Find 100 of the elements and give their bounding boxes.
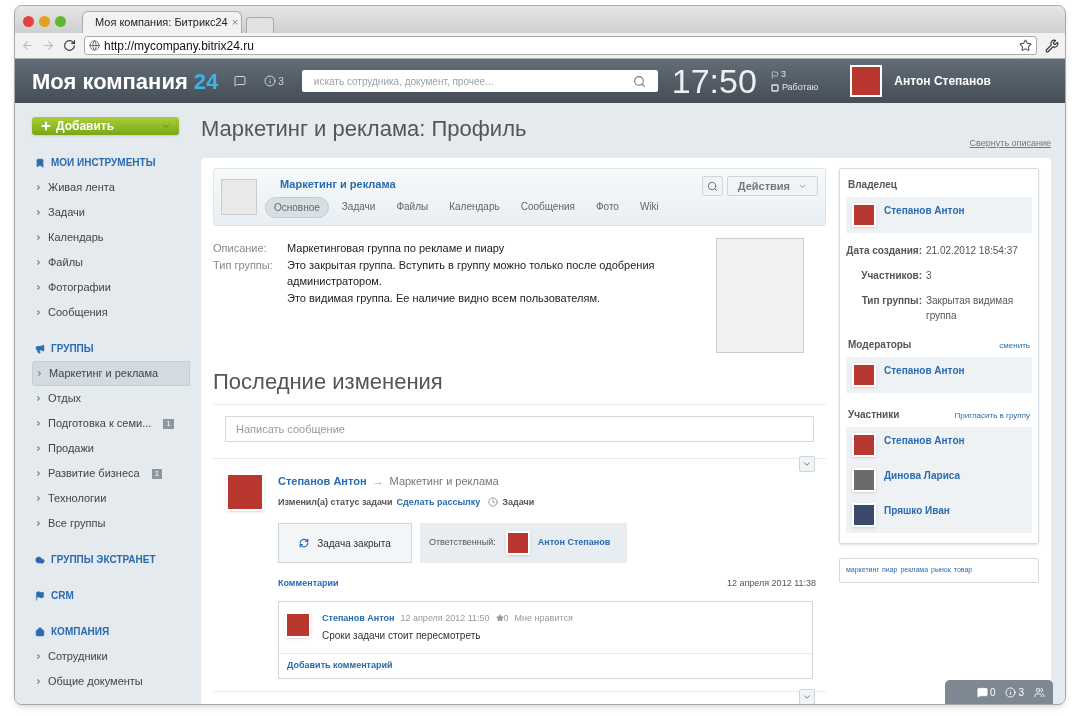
- sidebar-item[interactable]: Все группы: [32, 511, 184, 536]
- status-button[interactable]: Работаю: [770, 81, 819, 94]
- person-name[interactable]: Динова Лариса: [884, 468, 961, 492]
- group-tab[interactable]: Основное: [265, 196, 329, 218]
- fact-label: Участников:: [860, 269, 922, 283]
- message-input-field[interactable]: Написать сообщение: [225, 416, 814, 442]
- notifications-counter[interactable]: 3: [1005, 684, 1024, 700]
- person-name[interactable]: Пряшко Иван: [884, 503, 950, 527]
- post-time: 12 апреля 2012 11:38: [726, 577, 816, 590]
- address-field[interactable]: http://mycompany.bitrix24.ru: [84, 36, 1037, 55]
- task-link[interactable]: Сделать рассылку: [396, 495, 481, 509]
- add-comment-link[interactable]: Добавить комментарий: [279, 654, 812, 678]
- search-icon[interactable]: [632, 74, 646, 88]
- group-tab[interactable]: Wiki: [631, 196, 667, 218]
- sidebar-item[interactable]: Задачи: [32, 200, 184, 225]
- tab-title: Моя компания: Битрикс24: [95, 15, 228, 31]
- person-name[interactable]: Степанов Антон: [884, 363, 965, 387]
- bullet-icon: [35, 259, 42, 266]
- user-avatar-photo[interactable]: [850, 65, 883, 97]
- caret-icon: [161, 121, 171, 131]
- refresh-icon: [299, 538, 310, 548]
- like-count[interactable]: 0: [495, 611, 509, 625]
- sidebar-item[interactable]: Маркетинг и реклама: [32, 361, 190, 386]
- reload-icon[interactable]: [63, 39, 76, 52]
- new-tab-button[interactable]: [246, 17, 274, 33]
- section-icon: [35, 590, 45, 601]
- close-window-icon[interactable]: [23, 16, 34, 27]
- back-icon[interactable]: [21, 39, 34, 52]
- sidebar-item[interactable]: Технологии: [32, 486, 184, 511]
- sidebar-item[interactable]: Файлы: [32, 250, 184, 275]
- clock-icon: [488, 497, 499, 508]
- group-tab[interactable]: Фото: [587, 196, 627, 218]
- post-author[interactable]: Степанов Антон: [278, 473, 367, 490]
- expand-button[interactable]: [799, 688, 815, 704]
- minimize-window-icon[interactable]: [39, 16, 50, 27]
- bullet-icon: [35, 520, 42, 527]
- sidebar-section-header[interactable]: ГРУППЫ ЭКСТРАНЕТ: [32, 547, 189, 572]
- sidebar-item[interactable]: Живая лента: [32, 175, 184, 200]
- panel-action-link[interactable]: Пригласить в группу: [954, 410, 1030, 422]
- sidebar-item[interactable]: Продажи: [32, 436, 184, 461]
- search-icon: [706, 180, 718, 192]
- star-icon: [495, 614, 504, 623]
- chat-icon[interactable]: [234, 75, 247, 87]
- sidebar-section-header[interactable]: CRM: [32, 583, 189, 608]
- notifications-button[interactable]: 3: [264, 73, 284, 89]
- maximize-window-icon[interactable]: [55, 16, 66, 27]
- bookmark-star-icon[interactable]: [1019, 39, 1032, 52]
- tasks-counter[interactable]: 3: [770, 68, 819, 81]
- detail-text: Маркетинговая группа по рекламе и пиару: [287, 241, 506, 256]
- users-icon[interactable]: [1034, 686, 1045, 698]
- comment-author[interactable]: Степанов Антон: [322, 611, 395, 625]
- search-button[interactable]: [701, 176, 723, 196]
- messages-counter[interactable]: 0: [976, 684, 996, 700]
- person-name[interactable]: Степанов Антон: [884, 203, 965, 227]
- bullet-icon: [35, 420, 42, 427]
- fact-value: 21.02.2012 18:54:37: [926, 244, 1019, 258]
- tab-close[interactable]: ×: [231, 14, 239, 31]
- group-tab[interactable]: Календарь: [441, 196, 508, 218]
- person-name[interactable]: Степанов Антон: [884, 433, 965, 457]
- group-tab[interactable]: Задачи: [333, 196, 384, 218]
- sidebar-item[interactable]: Календарь: [32, 225, 184, 250]
- settings-icon[interactable]: [1045, 38, 1059, 53]
- comments-link[interactable]: Комментарии: [278, 577, 339, 591]
- post-target[interactable]: Маркетинг и реклама: [389, 473, 499, 490]
- sidebar-item[interactable]: Подготовка к семи... 1: [32, 411, 184, 436]
- detail-text: Это видимая группа. Ее наличие видно всем пользователям.: [287, 290, 602, 306]
- sidebar-item[interactable]: Отдых: [32, 386, 184, 411]
- avatar-photo: [226, 473, 264, 511]
- group-name[interactable]: Маркетинг и реклама: [280, 176, 702, 193]
- group-tab[interactable]: Файлы: [388, 196, 437, 218]
- avatar-photo: [285, 611, 311, 638]
- info-icon: [264, 75, 277, 87]
- actions-button[interactable]: Действия: [726, 176, 818, 196]
- browser-tab[interactable]: Моя компания: Битрикс24 ×: [82, 11, 242, 33]
- avatar-photo: [852, 468, 876, 492]
- responsible-name[interactable]: Антон Степанов: [537, 536, 611, 550]
- sidebar-section-header[interactable]: ГРУППЫ: [32, 336, 189, 361]
- sidebar-item[interactable]: Фотографии: [32, 275, 184, 300]
- avatar-photo: [852, 503, 876, 527]
- bullet-icon: [35, 184, 42, 191]
- sidebar-item[interactable]: Общие документы: [32, 669, 184, 694]
- user-name[interactable]: Антон Степанов: [894, 72, 991, 90]
- sidebar-section-header[interactable]: МОИ ИНСТРУМЕНТЫ: [32, 150, 189, 175]
- sidebar-item[interactable]: Сообщения: [32, 300, 184, 325]
- avatar-photo: [852, 363, 876, 387]
- arrow-symbol: →: [372, 474, 384, 489]
- sidebar-item[interactable]: Сотрудники: [32, 644, 184, 669]
- like-link[interactable]: Мне нравится: [514, 611, 573, 625]
- forward-icon[interactable]: [42, 39, 55, 52]
- bullet-icon: [35, 445, 42, 452]
- logo-text[interactable]: Моя компания: [32, 64, 188, 98]
- responsible-label: Ответственный:: [429, 536, 496, 550]
- bullet-icon: [35, 309, 42, 316]
- sidebar-item[interactable]: Развитие бизнеса 1: [32, 461, 184, 486]
- group-tab[interactable]: Сообщения: [512, 196, 583, 218]
- sidebar-section-header[interactable]: КОМПАНИЯ: [32, 619, 189, 644]
- avatar-photo: [505, 531, 530, 555]
- bullet-icon: [35, 395, 42, 402]
- panel-action-link[interactable]: сменить: [999, 340, 1030, 352]
- collapse-link[interactable]: Свернуть описание: [969, 136, 1051, 150]
